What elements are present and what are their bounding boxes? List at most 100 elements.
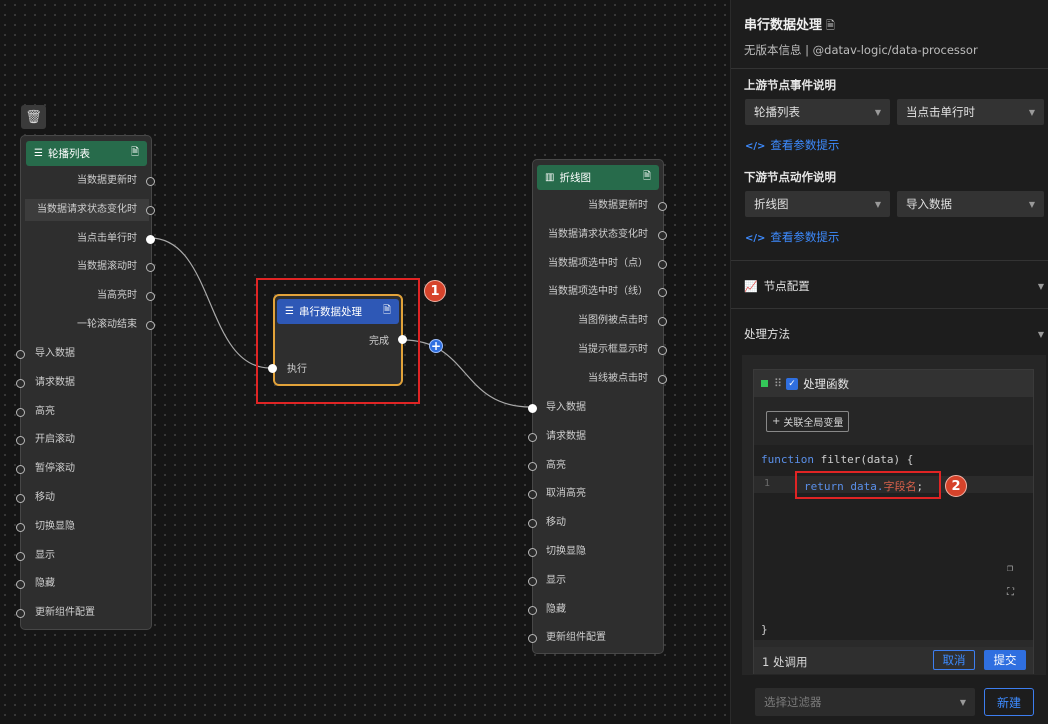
drag-handle-icon[interactable]: ⠿ bbox=[774, 377, 782, 390]
action-port-label: 移动 bbox=[546, 517, 566, 529]
action-port[interactable] bbox=[528, 432, 537, 442]
event-port[interactable] bbox=[658, 346, 667, 355]
action-port-label: 导入数据 bbox=[546, 402, 586, 413]
action-port-label: 切换显隐 bbox=[35, 520, 75, 532]
event-port[interactable] bbox=[146, 234, 155, 244]
annotation-badge-1: 1 bbox=[424, 280, 446, 302]
submit-button[interactable]: 提交 bbox=[984, 650, 1026, 670]
action-port[interactable] bbox=[528, 404, 537, 413]
action-port-label: 显示 bbox=[35, 549, 55, 561]
document-icon[interactable]: 🗎 bbox=[383, 303, 391, 320]
event-port-label: 一轮滚动结束 bbox=[77, 319, 137, 330]
event-port-label: 当数据请求状态变化时 bbox=[548, 228, 648, 240]
event-port-label: 当图例被点击时 bbox=[578, 315, 648, 327]
node-config-section[interactable]: 📈 节点配置 ▼ bbox=[744, 278, 1044, 294]
downstream-node-select[interactable]: 折线图 ▼ bbox=[745, 191, 890, 217]
action-port[interactable] bbox=[528, 605, 537, 615]
action-port[interactable] bbox=[16, 350, 25, 359]
panel-subtitle: 无版本信息 | @datav-logic/data-processor bbox=[744, 43, 978, 57]
chevron-down-icon: ▼ bbox=[1028, 107, 1035, 117]
annotation-badge-2: 2 bbox=[945, 475, 967, 497]
add-node-button[interactable]: + bbox=[429, 339, 443, 353]
event-port[interactable] bbox=[658, 230, 667, 240]
document-icon[interactable]: 🗎 bbox=[131, 145, 139, 162]
copy-icon[interactable]: ❐ bbox=[1007, 563, 1013, 574]
action-port-label: 更新组件配置 bbox=[35, 607, 95, 619]
event-port-label: 当线被点击时 bbox=[588, 372, 648, 384]
cancel-button[interactable]: 取消 bbox=[933, 650, 975, 670]
action-port[interactable] bbox=[16, 407, 25, 417]
document-icon[interactable]: 🗎 bbox=[643, 169, 651, 186]
event-port-label: 当数据项选中时（点） bbox=[548, 257, 648, 269]
event-port[interactable] bbox=[658, 202, 667, 211]
action-port[interactable] bbox=[16, 551, 25, 561]
action-port-label: 取消高亮 bbox=[546, 488, 586, 500]
upstream-label: 上游节点事件说明 bbox=[744, 78, 836, 92]
usage-count: 1 处调用 bbox=[762, 655, 808, 669]
filter-select[interactable]: 选择过滤器 ▼ bbox=[755, 688, 975, 716]
delete-icon[interactable]: 🗑 bbox=[21, 105, 46, 129]
node-config-label: 节点配置 bbox=[763, 279, 810, 293]
enable-checkbox[interactable]: ✓ bbox=[786, 377, 799, 390]
action-port-label: 暂停滚动 bbox=[35, 463, 75, 475]
chart-icon: 📈 bbox=[744, 279, 758, 293]
line-node-header[interactable]: ▥ 折线图 🗎 bbox=[537, 165, 659, 190]
process-method-section[interactable]: 处理方法 ▼ bbox=[744, 326, 1044, 342]
downstream-param-link[interactable]: </> 查看参数提示 bbox=[745, 229, 839, 245]
event-port[interactable] bbox=[146, 321, 155, 330]
chevron-down-icon: ▼ bbox=[1037, 281, 1044, 291]
action-port[interactable] bbox=[528, 461, 537, 471]
serial-input-port[interactable] bbox=[268, 364, 277, 373]
downstream-label: 下游节点动作说明 bbox=[744, 170, 836, 184]
document-icon[interactable]: 🗎 bbox=[826, 19, 835, 32]
highlight-box-2 bbox=[795, 471, 941, 499]
status-indicator bbox=[761, 380, 768, 387]
panel-title: 串行数据处理 🗎 bbox=[744, 14, 835, 36]
event-port-label: 当数据更新时 bbox=[588, 200, 648, 211]
code-signature-rest: filter(data) { bbox=[813, 453, 914, 466]
serial-node-header[interactable]: ☰ 串行数据处理 🗎 bbox=[277, 299, 399, 324]
fullscreen-icon[interactable]: ⛶ bbox=[1007, 587, 1014, 598]
action-port[interactable] bbox=[528, 576, 537, 586]
filter-placeholder: 选择过滤器 bbox=[764, 695, 822, 709]
action-port[interactable] bbox=[16, 378, 25, 388]
blueprint-canvas[interactable]: 🗑 ☰ 轮播列表 🗎 当数据更新时 当数据请求状态变化时 当点击单行时 当数据滚动时当… bbox=[0, 0, 730, 724]
event-port[interactable] bbox=[146, 177, 155, 186]
function-title: 处理函数 bbox=[803, 376, 850, 391]
action-port[interactable] bbox=[16, 522, 25, 532]
carousel-node-header[interactable]: ☰ 轮播列表 🗎 bbox=[26, 141, 147, 166]
line-node-title: 折线图 bbox=[559, 172, 591, 184]
function-card: ⠿ ✓ 处理函数 + 关联全局变量 function filter(data) … bbox=[753, 369, 1034, 674]
action-port-label: 请求数据 bbox=[35, 376, 75, 388]
upstream-node-select[interactable]: 轮播列表 ▼ bbox=[745, 99, 890, 125]
chevron-down-icon: ▼ bbox=[1028, 199, 1035, 209]
event-port[interactable] bbox=[658, 259, 667, 269]
event-port[interactable] bbox=[658, 374, 667, 384]
upstream-param-link[interactable]: </> 查看参数提示 bbox=[745, 137, 839, 153]
upstream-event-select[interactable]: 当点击单行时 ▼ bbox=[897, 99, 1044, 125]
serial-output-port[interactable] bbox=[398, 335, 407, 344]
serial-data-node[interactable]: ☰ 串行数据处理 🗎 完成 执行 bbox=[273, 294, 403, 386]
table-icon: ☰ bbox=[34, 148, 43, 159]
code-signature: function filter(data) { bbox=[761, 453, 913, 466]
table-icon: ☰ bbox=[285, 306, 294, 317]
divider bbox=[731, 308, 1048, 309]
action-port[interactable] bbox=[16, 494, 25, 503]
wire-carousel-to-serial bbox=[149, 237, 271, 369]
function-footer: 1 处调用 取消 提交 bbox=[754, 647, 1033, 674]
config-panel: 串行数据处理 🗎 无版本信息 | @datav-logic/data-proces… bbox=[730, 0, 1048, 724]
event-port-label: 当数据滚动时 bbox=[77, 261, 137, 273]
action-port-label: 隐藏 bbox=[546, 603, 566, 615]
action-port[interactable] bbox=[528, 548, 537, 557]
event-port[interactable] bbox=[146, 205, 155, 215]
event-port-label: 当高亮时 bbox=[97, 290, 137, 302]
new-filter-button[interactable]: 新建 bbox=[984, 688, 1034, 716]
downstream-action-select[interactable]: 导入数据 ▼ bbox=[897, 191, 1044, 217]
upstream-event-value: 当点击单行时 bbox=[906, 105, 975, 119]
code-icon: </> bbox=[745, 233, 766, 244]
link-global-var-button[interactable]: + 关联全局变量 bbox=[766, 411, 850, 432]
event-port-label: 当数据请求状态变化时 bbox=[37, 203, 137, 215]
downstream-link-text: 查看参数提示 bbox=[770, 230, 840, 244]
process-method-label: 处理方法 bbox=[744, 327, 790, 341]
downstream-action-value: 导入数据 bbox=[906, 197, 952, 211]
